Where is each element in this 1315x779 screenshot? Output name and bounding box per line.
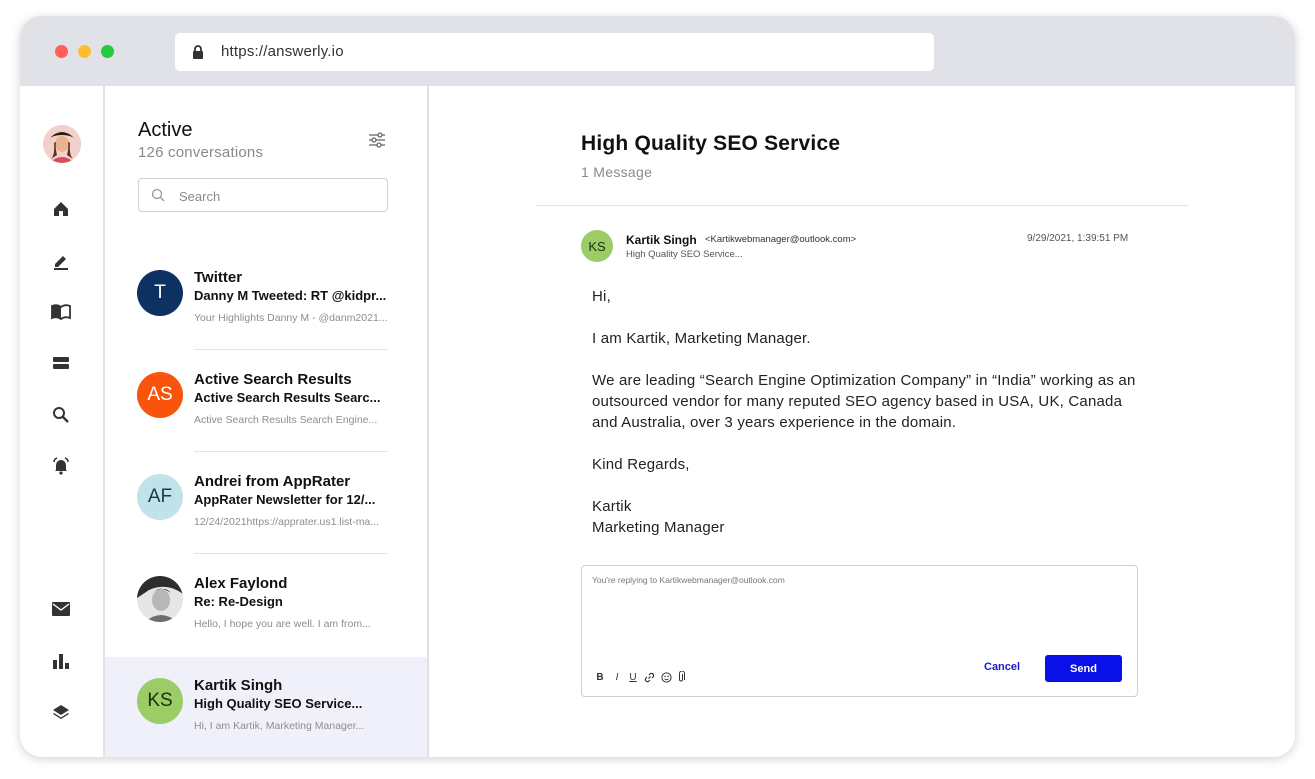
conversation-item-selected[interactable]: KS Kartik Singh High Quality SEO Service… (105, 657, 427, 757)
conversation-name: Andrei from AppRater (194, 473, 351, 490)
divider (194, 349, 388, 350)
conversation-name: Alex Faylond (194, 575, 288, 592)
conversation-subject: Active Search Results Searc... (194, 390, 381, 405)
send-button[interactable]: Send (1045, 655, 1122, 682)
conversation-avatar: T (137, 270, 183, 316)
address-bar[interactable]: https://answerly.io (175, 33, 934, 71)
underline-button[interactable]: U (627, 671, 639, 683)
message-date: 9/29/2021, 1:39:51 PM (1027, 233, 1129, 244)
sender-avatar: KS (581, 230, 613, 262)
search-input[interactable] (177, 185, 371, 207)
conversation-preview: Your Highlights Danny M - @danm2021... (194, 312, 388, 324)
divider (536, 205, 1189, 206)
notification-icon[interactable] (50, 455, 72, 477)
conversation-avatar: KS (137, 678, 183, 724)
conversation-name: Kartik Singh (194, 677, 283, 694)
search-box (138, 178, 388, 212)
conversation-name: Active Search Results (194, 371, 352, 388)
url-text: https://answerly.io (221, 43, 344, 60)
thread-title: High Quality SEO Service (581, 132, 841, 155)
layers-icon[interactable] (50, 701, 72, 723)
conversation-item[interactable]: AS Active Search Results Active Search R… (105, 351, 427, 452)
compose-icon[interactable] (50, 250, 72, 272)
conversation-avatar: AF (137, 474, 183, 520)
book-icon[interactable] (50, 301, 72, 323)
conversation-list-panel: Active 126 conversations T Twitter Danny… (105, 86, 429, 757)
conversation-subject: High Quality SEO Service... (194, 696, 363, 711)
body-line: We are leading “Search Engine Optimizati… (592, 372, 1136, 431)
body-line: Marketing Manager (592, 519, 725, 536)
browser-window: https://answerly.io Active 126 conversat… (20, 16, 1295, 757)
conversation-name: Twitter (194, 269, 243, 286)
body-line: Kartik (592, 498, 632, 515)
search-icon (151, 188, 165, 202)
reply-hint: You're replying to Kartikwebmanager@outl… (592, 575, 785, 585)
conversation-preview: Active Search Results Search Engine... (194, 414, 378, 426)
conversation-item[interactable]: Alex Faylond Re: Re-Design Hello, I hope… (105, 555, 427, 656)
search-icon[interactable] (50, 404, 72, 426)
lock-icon (191, 44, 205, 60)
italic-button[interactable]: I (611, 671, 623, 683)
reply-input[interactable] (592, 590, 1126, 654)
conversation-preview: 12/24/2021https://apprater.us1.list-ma..… (194, 516, 380, 528)
link-icon[interactable] (643, 671, 655, 683)
conversation-count: 126 conversations (138, 144, 264, 161)
sender-name: Kartik Singh (626, 233, 697, 247)
conversation-avatar: AS (137, 372, 183, 418)
conversation-avatar (137, 576, 183, 622)
sender-email: <Kartikwebmanager@outlook.com> (705, 234, 857, 245)
cancel-button[interactable]: Cancel (984, 661, 1020, 673)
conversation-item[interactable]: AF Andrei from AppRater AppRater Newslet… (105, 453, 427, 554)
conversation-preview: Hello, I hope you are well. I am from... (194, 618, 371, 630)
conversation-subject: Danny M Tweeted: RT @kidpr... (194, 288, 387, 303)
emoji-icon[interactable] (660, 671, 672, 683)
browser-titlebar: https://answerly.io (20, 16, 1295, 86)
bold-button[interactable]: B (594, 671, 606, 683)
filter-icon[interactable] (368, 131, 386, 149)
conversation-item[interactable]: T Twitter Danny M Tweeted: RT @kidpr... … (105, 249, 427, 350)
body-line: I am Kartik, Marketing Manager. (592, 330, 811, 347)
storage-icon[interactable] (50, 352, 72, 374)
body-line: Kind Regards, (592, 456, 690, 473)
conversation-subject: Re: Re-Design (194, 594, 283, 609)
divider (194, 553, 388, 554)
body-line: Hi, (592, 288, 611, 305)
conversation-subject: AppRater Newsletter for 12/... (194, 492, 376, 507)
user-avatar[interactable] (43, 125, 81, 163)
conversation-preview: Hi, I am Kartik, Marketing Manager... (194, 720, 365, 732)
message-subject: High Quality SEO Service... (626, 249, 743, 260)
minimize-window-button[interactable] (78, 45, 91, 58)
maximize-window-button[interactable] (101, 45, 114, 58)
list-title: Active (138, 119, 193, 141)
mail-icon[interactable] (50, 598, 72, 620)
message-body: Hi, I am Kartik, Marketing Manager. We a… (592, 286, 1152, 538)
attachment-icon[interactable] (675, 671, 687, 683)
reply-box: You're replying to Kartikwebmanager@outl… (581, 565, 1138, 697)
icon-sidebar (20, 86, 105, 757)
close-window-button[interactable] (55, 45, 68, 58)
home-icon[interactable] (50, 198, 72, 220)
message-count: 1 Message (581, 164, 653, 180)
analytics-icon[interactable] (50, 650, 72, 672)
thread-panel: High Quality SEO Service 1 Message KS Ka… (429, 86, 1295, 757)
divider (194, 451, 388, 452)
